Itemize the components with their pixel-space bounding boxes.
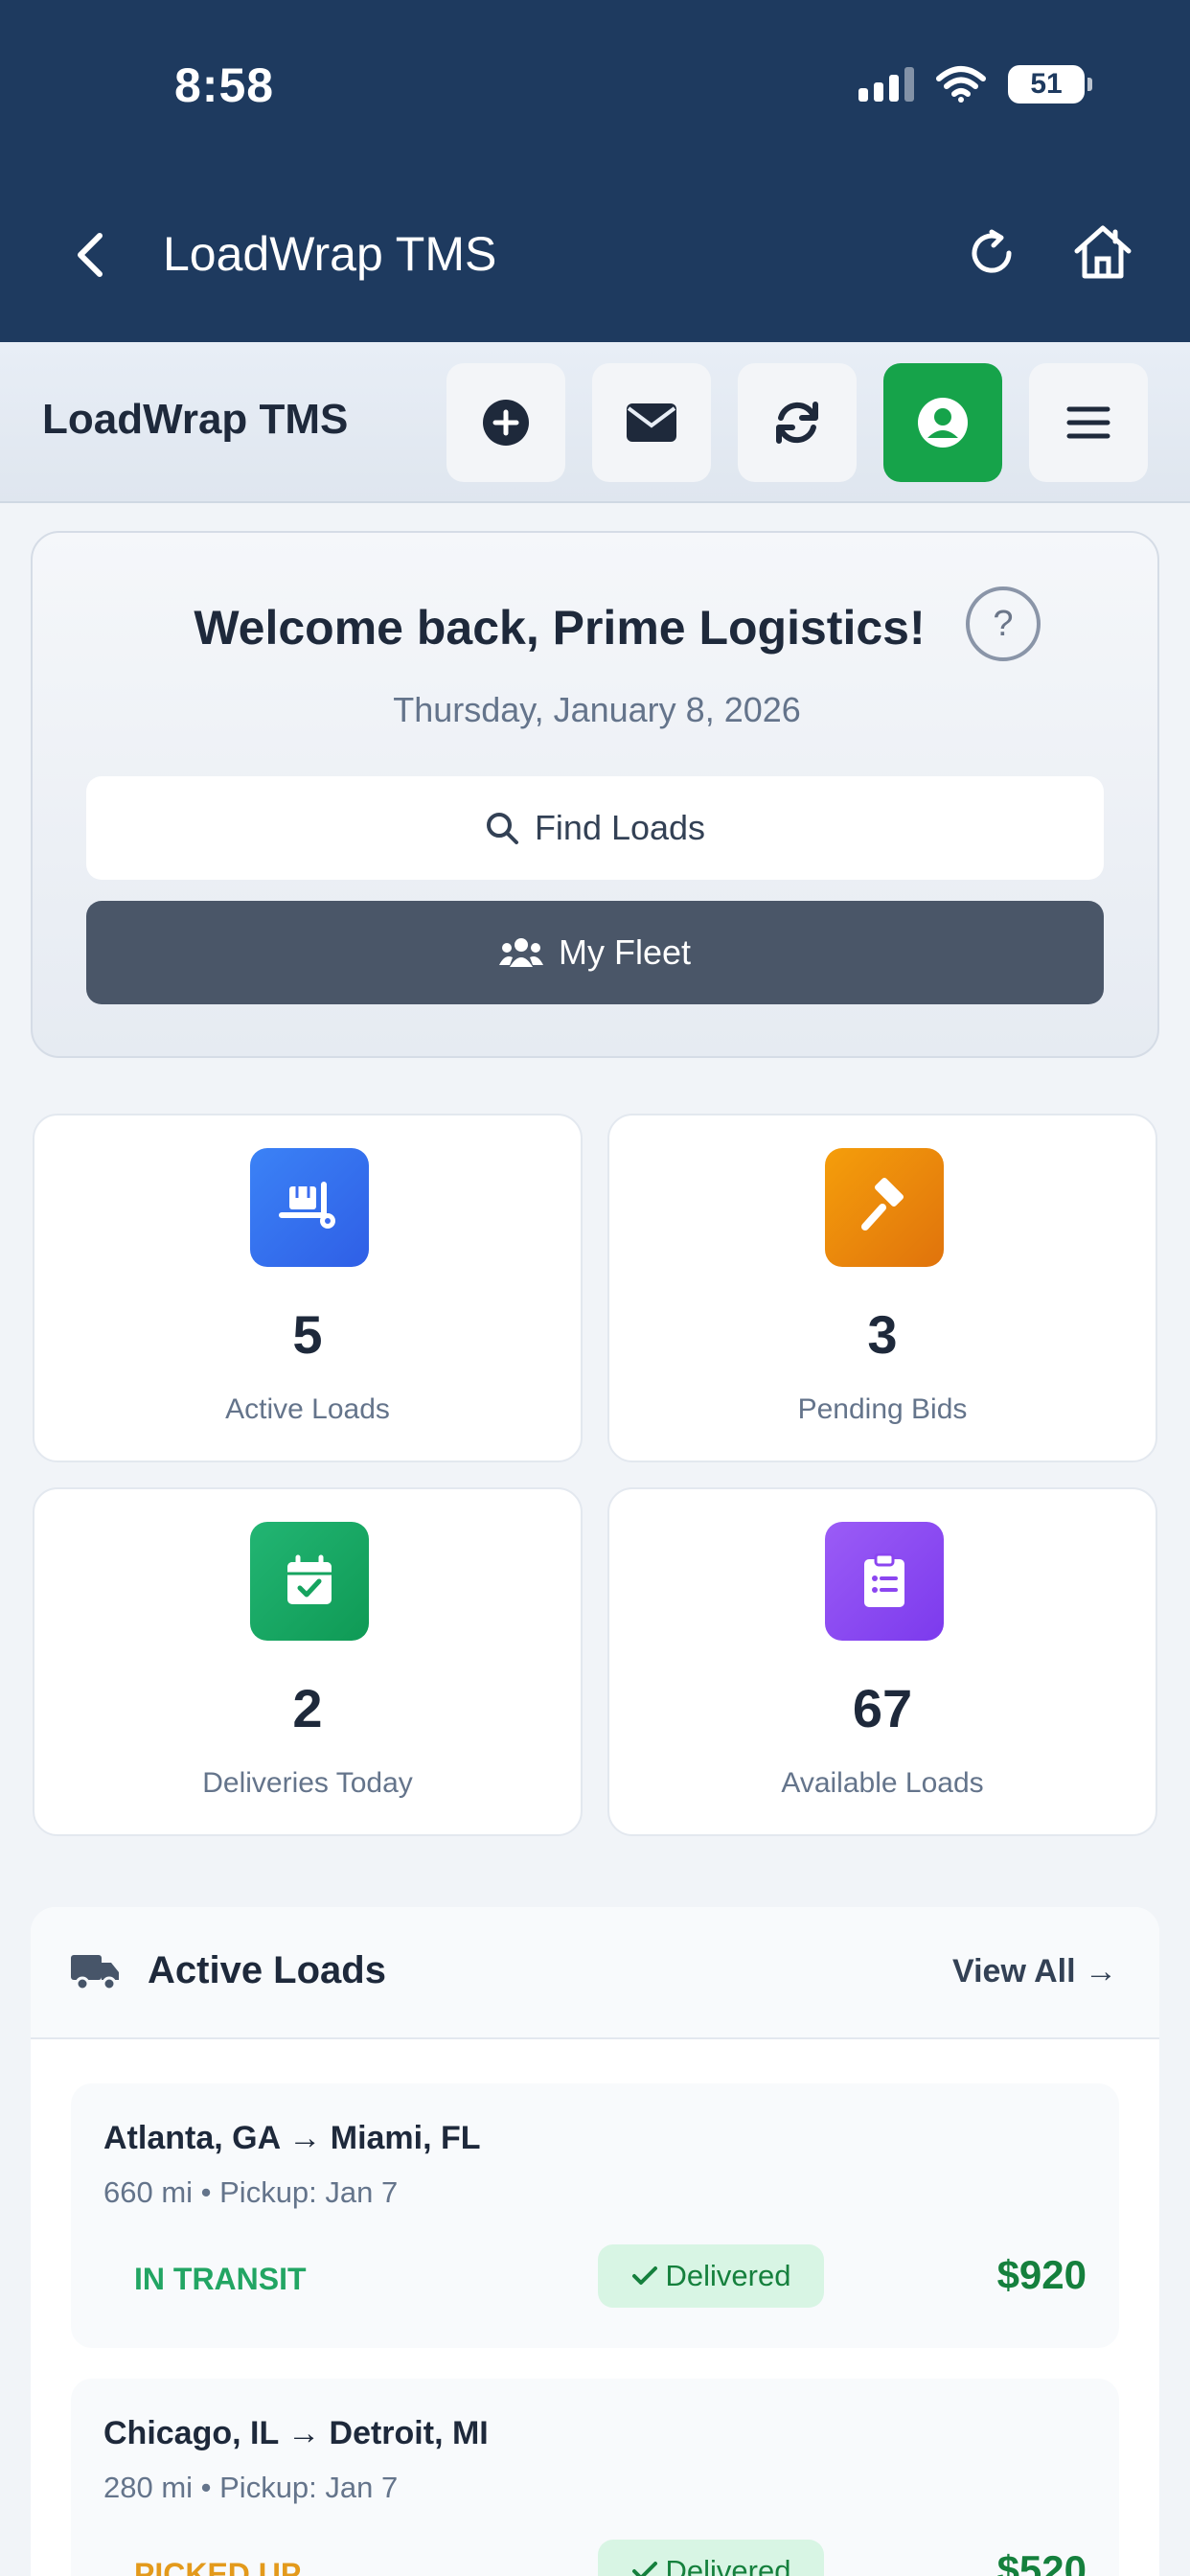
stat-card-active-loads[interactable]: 5 Active Loads (33, 1114, 583, 1462)
load-meta: 280 mi • Pickup: Jan 7 (103, 2471, 399, 2504)
help-icon[interactable]: ? (966, 586, 1041, 661)
nav-title: LoadWrap TMS (163, 227, 497, 281)
check-icon (631, 2266, 657, 2285)
my-fleet-button[interactable]: My Fleet (86, 901, 1104, 1004)
toolbar: LoadWrap TMS (0, 342, 1190, 503)
toolbar-title: LoadWrap TMS (42, 396, 349, 443)
stat-card-available-loads[interactable]: 67 Available Loads (607, 1487, 1157, 1836)
user-circle-icon (918, 398, 968, 448)
load-meta: 660 mi • Pickup: Jan 7 (103, 2175, 399, 2209)
reload-icon[interactable] (963, 224, 1020, 282)
stat-value: 5 (292, 1304, 323, 1365)
dolly-icon (250, 1148, 369, 1267)
load-price: $920 (996, 2252, 1087, 2297)
truck-icon (71, 1955, 119, 1991)
sync-button[interactable] (738, 363, 857, 482)
status-icons: 51 (858, 65, 1092, 104)
load-card[interactable]: Chicago, IL → Detroit, MI 280 mi • Picku… (71, 2379, 1119, 2576)
clipboard-list-icon (825, 1522, 944, 1641)
load-price: $520 (996, 2547, 1087, 2576)
my-fleet-label: My Fleet (558, 932, 692, 972)
delivered-badge: Delivered (598, 2540, 824, 2576)
badge-label: Delivered (665, 2259, 791, 2292)
welcome-date: Thursday, January 8, 2026 (393, 690, 801, 729)
delivered-badge: Delivered (598, 2244, 824, 2308)
calendar-check-icon (250, 1522, 369, 1641)
back-icon[interactable] (67, 228, 115, 282)
load-route: Atlanta, GA → Miami, FL (103, 2120, 481, 2156)
stat-label: Active Loads (225, 1393, 390, 1425)
battery-icon: 51 (1008, 65, 1092, 104)
users-icon (498, 938, 543, 967)
signal-icon (858, 67, 914, 102)
stat-label: Available Loads (781, 1767, 984, 1799)
menu-button[interactable] (1029, 363, 1148, 482)
envelope-icon (627, 403, 676, 442)
stat-card-deliveries-today[interactable]: 2 Deliveries Today (33, 1487, 583, 1836)
find-loads-label: Find Loads (534, 808, 706, 847)
nav-row: LoadWrap TMS (0, 211, 1190, 297)
home-icon[interactable] (1071, 220, 1134, 284)
messages-button[interactable] (592, 363, 711, 482)
status-time: 8:58 (174, 58, 275, 112)
search-icon (486, 813, 518, 844)
badge-label: Delivered (665, 2554, 791, 2576)
load-status: IN TRANSIT (134, 2262, 307, 2296)
welcome-card: Welcome back, Prime Logistics! ? Thursda… (31, 531, 1159, 1058)
profile-button[interactable] (883, 363, 1002, 482)
active-loads-header: Active Loads View All → (31, 1907, 1159, 2039)
active-loads-title: Active Loads (148, 1949, 386, 1991)
stat-card-pending-bids[interactable]: 3 Pending Bids (607, 1114, 1157, 1462)
wifi-icon (936, 66, 986, 103)
app-bar: 8:58 51 LoadWrap TMS (0, 0, 1190, 342)
load-status: PICKED UP (134, 2557, 302, 2576)
check-icon (631, 2562, 657, 2576)
stat-value: 2 (292, 1678, 323, 1738)
hamburger-icon (1066, 406, 1110, 439)
view-all-link[interactable]: View All → (952, 1953, 1117, 1990)
load-route: Chicago, IL → Detroit, MI (103, 2415, 489, 2451)
find-loads-button[interactable]: Find Loads (86, 776, 1104, 880)
sync-icon (776, 402, 818, 444)
load-card[interactable]: Atlanta, GA → Miami, FL 660 mi • Pickup:… (71, 2083, 1119, 2348)
gavel-icon (825, 1148, 944, 1267)
stat-label: Pending Bids (797, 1393, 968, 1425)
plus-circle-icon (483, 400, 529, 446)
stat-value: 67 (852, 1678, 913, 1738)
welcome-title: Welcome back, Prime Logistics! (194, 601, 926, 655)
stat-label: Deliveries Today (202, 1767, 413, 1799)
active-loads-panel: Active Loads View All → Atlanta, GA → Mi… (31, 1907, 1159, 2576)
add-button[interactable] (446, 363, 565, 482)
stat-value: 3 (867, 1304, 898, 1365)
